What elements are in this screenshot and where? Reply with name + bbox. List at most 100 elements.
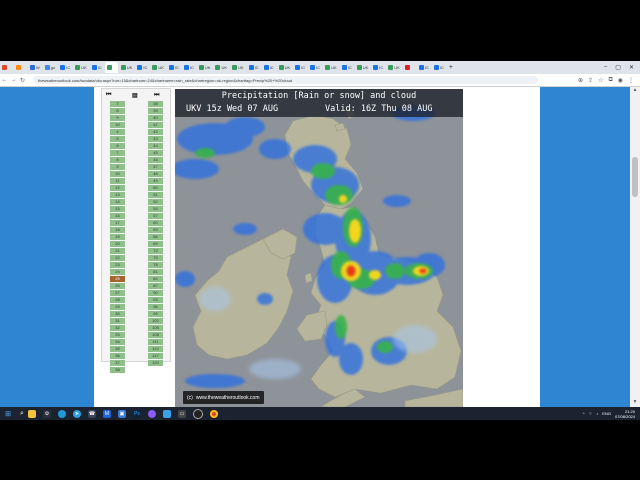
zoom-icon[interactable]: ⊕ <box>578 77 583 84</box>
file-explorer-icon[interactable] <box>28 409 36 418</box>
forecast-hour-cell[interactable]: 60 <box>148 220 163 226</box>
browser-tab[interactable]: IC <box>182 62 196 73</box>
first-frame-icon[interactable]: ⏮ <box>106 92 111 99</box>
forecast-hour-cell[interactable]: 27 <box>110 290 125 296</box>
forecast-hour-cell[interactable]: 18 <box>110 227 125 233</box>
photos-icon[interactable]: ▣ <box>118 409 126 418</box>
back-icon[interactable]: ← <box>0 77 9 83</box>
browser-tab[interactable]: UK <box>197 62 213 73</box>
forecast-hour-cell[interactable]: 42 <box>148 129 163 135</box>
reload-icon[interactable]: ↻ <box>18 77 27 84</box>
forecast-hour-cell[interactable]: 75 <box>148 255 163 261</box>
forecast-hour-cell[interactable]: 23 <box>110 262 125 268</box>
browser-tab[interactable]: UK <box>323 62 339 73</box>
forecast-hour-cell[interactable]: 78 <box>148 262 163 268</box>
forecast-hour-cell[interactable]: 87 <box>148 283 163 289</box>
forecast-hour-cell[interactable]: 117 <box>148 353 163 359</box>
forecast-hour-cell[interactable]: 51 <box>148 192 163 198</box>
forecast-hour-cell[interactable]: 22 <box>110 255 125 261</box>
forecast-hour-cell[interactable]: 4 <box>110 129 125 135</box>
forecast-hour-cell[interactable]: 93 <box>148 297 163 303</box>
browser-tab[interactable]: UK <box>119 62 135 73</box>
animation-icon[interactable]: ▤ <box>132 92 138 99</box>
browser-tab[interactable] <box>104 62 118 73</box>
forecast-hour-cell[interactable]: 96 <box>148 304 163 310</box>
forecast-hour-cell[interactable]: 8 <box>110 157 125 163</box>
forecast-hour-cell[interactable]: 49 <box>148 178 163 184</box>
scrollbar[interactable] <box>630 87 640 407</box>
chrome-icon[interactable] <box>210 409 218 418</box>
forecast-hour-cell[interactable]: 63 <box>148 227 163 233</box>
forward-icon[interactable]: → <box>9 77 18 83</box>
forecast-hour-cell[interactable]: 44 <box>148 143 163 149</box>
search-icon[interactable]: ⌕ <box>18 410 26 418</box>
system-clock[interactable]: 21:20 07/08/2024 <box>615 409 635 419</box>
forecast-hour-cell[interactable]: 114 <box>148 346 163 352</box>
browser-tab[interactable]: IC <box>293 62 307 73</box>
forecast-hour-cell[interactable]: 38 <box>110 367 125 373</box>
forecast-hour-cell[interactable]: 20 <box>110 241 125 247</box>
browser-tab[interactable]: IC <box>308 62 322 73</box>
forecast-hour-cell[interactable]: 13 <box>110 192 125 198</box>
menu-icon[interactable]: ⋮ <box>628 77 634 84</box>
url-input[interactable]: theweatheroutlook.com/twodata/ukv.aspx?r… <box>33 76 538 84</box>
forecast-hour-cell[interactable]: 47 <box>148 164 163 170</box>
forecast-hour-cell[interactable]: 29 <box>110 304 125 310</box>
forecast-hour-cell[interactable]: 25 <box>110 276 125 282</box>
forecast-hour-cell[interactable]: 35 <box>110 346 125 352</box>
profile-icon[interactable]: ◉ <box>618 77 623 84</box>
forecast-hour-cell[interactable]: 57 <box>148 213 163 219</box>
browser-tab[interactable]: W <box>28 62 42 73</box>
forecast-hour-cell[interactable]: 15 <box>110 206 125 212</box>
forecast-hour-cell[interactable]: 19 <box>110 234 125 240</box>
browser-tab[interactable]: IC <box>135 62 149 73</box>
forecast-hour-cell[interactable]: 16 <box>110 213 125 219</box>
edge-icon[interactable] <box>58 409 66 418</box>
forecast-hour-cell[interactable]: 48 <box>148 171 163 177</box>
browser-tab[interactable] <box>14 62 27 73</box>
forecast-hour-cell[interactable]: 28 <box>110 297 125 303</box>
new-tab-icon[interactable]: + <box>447 62 460 73</box>
browser-tab[interactable] <box>0 62 13 73</box>
forecast-hour-cell[interactable]: 37 <box>110 360 125 366</box>
forecast-hour-cell[interactable]: 102 <box>148 318 163 324</box>
forecast-hour-cell[interactable]: 9 <box>110 164 125 170</box>
forecast-hour-cell[interactable]: 17 <box>110 220 125 226</box>
browser-tab[interactable]: IC <box>90 62 104 73</box>
phone-link-icon[interactable]: ☎ <box>88 409 96 418</box>
forecast-hour-cell[interactable]: 31 <box>110 318 125 324</box>
forecast-hour-cell[interactable]: 8 <box>110 108 125 114</box>
close-icon[interactable]: ✕ <box>629 64 634 71</box>
forecast-hour-cell[interactable]: 9 <box>110 115 125 121</box>
minimize-icon[interactable]: – <box>604 64 607 71</box>
forecast-hour-cell[interactable]: 108 <box>148 332 163 338</box>
browser-tab[interactable]: UK <box>150 62 166 73</box>
browser-tab[interactable]: UK <box>230 62 246 73</box>
browser-tab[interactable]: go <box>43 62 57 73</box>
forecast-hour-cell[interactable]: 7 <box>110 150 125 156</box>
forecast-hour-cell[interactable]: 90 <box>148 290 163 296</box>
forecast-hour-cell[interactable]: 38 <box>148 101 163 107</box>
forecast-hour-cell[interactable]: 105 <box>148 325 163 331</box>
forecast-hour-cell[interactable]: 54 <box>148 206 163 212</box>
scrollbar-thumb[interactable] <box>632 157 638 197</box>
forecast-hour-cell[interactable]: 120 <box>148 360 163 366</box>
share-icon[interactable]: ⇪ <box>588 77 593 84</box>
forecast-hour-cell[interactable]: 7 <box>110 101 125 107</box>
browser-tab[interactable]: UK <box>213 62 229 73</box>
browser-tab[interactable]: UK <box>73 62 89 73</box>
network-icon[interactable]: ⌔ <box>589 411 593 417</box>
browser-tab[interactable]: IC <box>58 62 72 73</box>
browser-tab[interactable]: UK <box>277 62 293 73</box>
forecast-hour-cell[interactable]: 26 <box>110 283 125 289</box>
browser-tab[interactable]: IC <box>262 62 276 73</box>
volume-icon[interactable]: ♪ <box>596 411 598 416</box>
terminal-icon[interactable]: ▭ <box>178 409 186 418</box>
forecast-hour-cell[interactable]: 43 <box>148 136 163 142</box>
forecast-hour-cell[interactable]: 39 <box>148 108 163 114</box>
forecast-hour-cell[interactable]: 41 <box>148 122 163 128</box>
forecast-hour-cell[interactable]: 69 <box>148 241 163 247</box>
forecast-hour-cell[interactable]: 10 <box>110 171 125 177</box>
tray-overflow-icon[interactable]: ^ <box>583 411 585 416</box>
telegram-icon[interactable]: ➤ <box>73 409 81 418</box>
